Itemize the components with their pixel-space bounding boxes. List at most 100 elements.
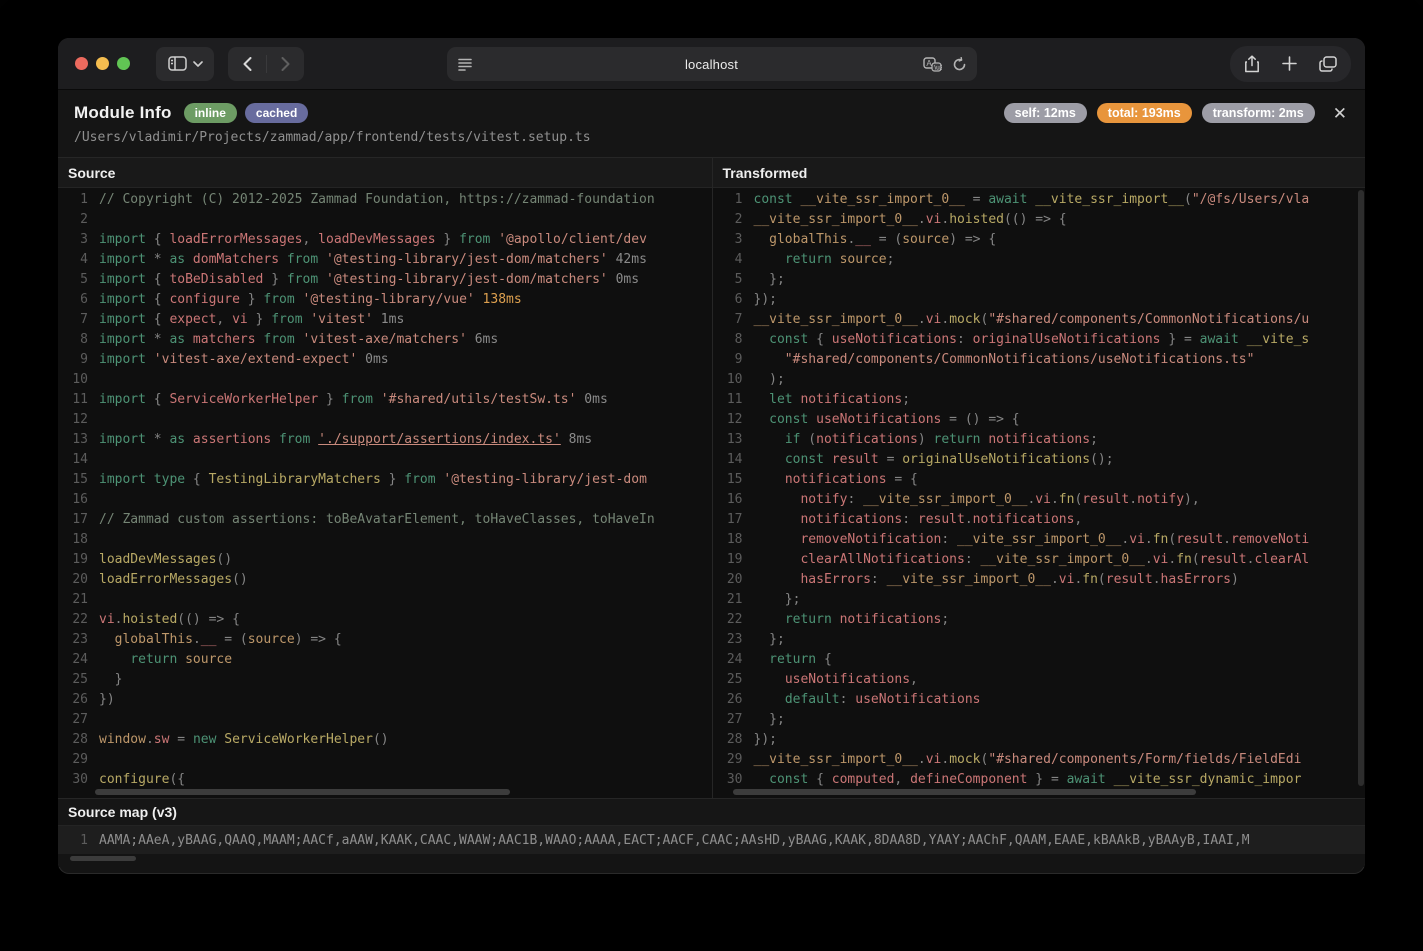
line-number: 17 [726, 512, 743, 527]
address-bar[interactable]: localhost A \u2042 [446, 47, 977, 81]
module-badges: inline cached [183, 103, 309, 123]
line-number: 8 [80, 332, 88, 347]
code-line: 22 return notifications; [713, 610, 1366, 630]
line-number: 5 [80, 272, 88, 287]
code-line: 3 globalThis.__ = (source) => { [713, 230, 1366, 250]
code-line: 21 }; [713, 590, 1366, 610]
code-panels: Source 1// Copyright (C) 2012-2025 Zamma… [58, 158, 1365, 798]
line-number: 30 [726, 772, 743, 787]
transformed-code-view[interactable]: 1 const __vite_ssr_import_0__ = await __v… [712, 188, 1366, 788]
line-number: 2 [734, 212, 743, 227]
module-badge: cached [244, 103, 309, 123]
sourcemap-line: 1 AAMA;AAeA,yBAAG,QAAQ,MAAM;AACf,aAAW,KA… [58, 826, 1365, 854]
line-number: 7 [734, 312, 743, 327]
line-number: 1 [80, 192, 88, 207]
code-line: 7 import { expect, vi } from 'vitest' 1ms [58, 310, 712, 330]
back-button[interactable] [228, 47, 266, 81]
module-info-header: Module Info inline cached self: 12ms total… [58, 90, 1365, 158]
code-line: 8 const { useNotifications: originalUseN… [713, 330, 1366, 350]
line-number: 25 [72, 672, 88, 687]
line-number: 2 [80, 212, 88, 227]
line-number: 14 [726, 452, 743, 467]
code-line: 17// Zammad custom assertions: toBeAvata… [58, 510, 712, 530]
source-hscrollbar [58, 788, 712, 798]
code-line: 5 }; [713, 270, 1366, 290]
close-icon[interactable]: ✕ [1333, 105, 1347, 122]
line-number: 9 [80, 352, 88, 367]
tab-overview-icon[interactable] [1319, 55, 1337, 72]
module-file-path: /Users/vladimir/Projects/zammad/app/fron… [74, 130, 591, 145]
reload-icon[interactable] [952, 56, 967, 72]
code-line: 5 import { toBeDisabled } from '@testing-… [58, 270, 712, 290]
translate-icon[interactable]: A \u2042 [922, 56, 942, 72]
code-line: 6 import { configure } from '@testing-lib… [58, 290, 712, 310]
sidebar-icon [167, 56, 187, 71]
zoom-window-button[interactable] [117, 57, 130, 70]
line-number: 28 [72, 732, 88, 747]
source-code-view[interactable]: 1// Copyright (C) 2012-2025 Zammad Found… [58, 188, 712, 788]
line-number: 26 [72, 692, 88, 707]
code-line: 18 [58, 530, 712, 550]
minimize-window-button[interactable] [96, 57, 109, 70]
line-number: 24 [72, 652, 88, 667]
code-line: 30 const { computed, defineComponent } =… [713, 770, 1366, 788]
code-line: 19 loadDevMessages() [58, 550, 712, 570]
transformed-hscrollbar-thumb[interactable] [732, 789, 1196, 795]
code-line: 16 notify: __vite_ssr_import_0__.vi.fn(r… [713, 490, 1366, 510]
share-icon[interactable] [1244, 54, 1260, 73]
line-number: 29 [72, 752, 88, 767]
new-tab-icon[interactable] [1282, 56, 1297, 71]
code-line: 9 import 'vitest-axe/extend-expect' 0ms [58, 350, 712, 370]
sidebar-toggle-button[interactable] [156, 46, 214, 81]
line-number: 23 [726, 632, 743, 647]
line-number: 13 [726, 432, 743, 447]
sourcemap-hscrollbar-thumb[interactable] [70, 856, 136, 861]
code-line: 15 notifications = { [713, 470, 1366, 490]
line-number: 26 [726, 692, 743, 707]
code-line: 11 let notifications; [713, 390, 1366, 410]
module-badge: inline [183, 103, 237, 123]
line-number: 21 [726, 592, 743, 607]
line-number: 18 [72, 532, 88, 547]
line-number: 16 [72, 492, 88, 507]
transformed-vscrollbar-thumb[interactable] [1358, 190, 1364, 786]
close-window-button[interactable] [75, 57, 88, 70]
code-line: 4 import * as domMatchers from '@testing-… [58, 250, 712, 270]
timing-badges: self: 12ms total: 193ms transform: 2ms [1003, 103, 1315, 123]
source-panel: Source 1// Copyright (C) 2012-2025 Zamma… [58, 158, 712, 798]
line-number: 24 [726, 652, 743, 667]
sourcemap-section: Source map (v3) 1 AAMA;AAeA,yBAAG,QAAQ,M… [58, 798, 1365, 867]
line-number: 18 [726, 532, 743, 547]
code-line: 28 window.sw = new ServiceWorkerHelper() [58, 730, 712, 750]
line-number: 8 [734, 332, 743, 347]
line-number: 22 [726, 612, 743, 627]
source-hscrollbar-thumb[interactable] [95, 789, 510, 795]
timing-badge: total: 193ms [1096, 103, 1192, 123]
code-line: 20 loadErrorMessages() [58, 570, 712, 590]
browser-titlebar: localhost A \u2042 [58, 38, 1365, 90]
line-number: 23 [72, 632, 88, 647]
line-number: 25 [726, 672, 743, 687]
traffic-lights [75, 57, 130, 70]
code-line: 23 }; [713, 630, 1366, 650]
code-line: 30 configure({ [58, 770, 712, 788]
line-number: 13 [72, 432, 88, 447]
code-line: 26}) [58, 690, 712, 710]
line-number: 10 [72, 372, 88, 387]
transformed-panel-title: Transformed [712, 158, 1365, 188]
code-line: 4 return source; [713, 250, 1366, 270]
line-number: 4 [734, 252, 743, 267]
line-number: 11 [726, 392, 743, 407]
code-line: 18 removeNotification: __vite_ssr_import… [713, 530, 1366, 550]
nav-divider [266, 54, 267, 73]
code-line: 12 const useNotifications = () => { [713, 410, 1366, 430]
code-line: 24 return { [713, 650, 1366, 670]
code-line: 20 hasErrors: __vite_ssr_import_0__.vi.f… [713, 570, 1366, 590]
line-number: 21 [72, 592, 88, 607]
line-number: 7 [80, 312, 88, 327]
transformed-hscrollbar [712, 788, 1365, 798]
timing-badge: transform: 2ms [1201, 103, 1315, 123]
code-line: 25 } [58, 670, 712, 690]
forward-button[interactable] [266, 47, 304, 81]
code-line: 15 import type { TestingLibraryMatchers }… [58, 470, 712, 490]
